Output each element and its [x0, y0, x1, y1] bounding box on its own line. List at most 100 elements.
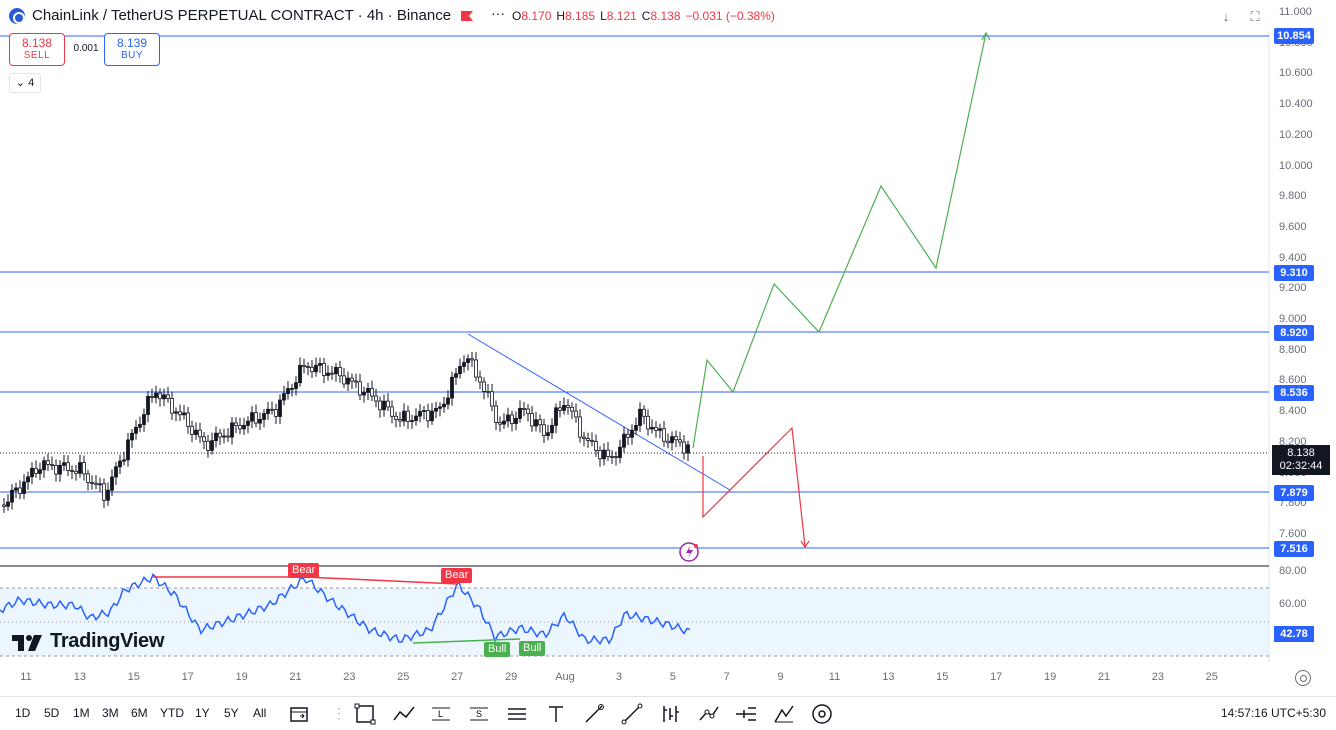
target-tool-icon[interactable]	[810, 702, 834, 726]
candle-body	[366, 387, 370, 393]
fullscreen-icon[interactable]: ⛶	[1244, 6, 1266, 28]
candle-body	[266, 408, 270, 414]
time-tick: 27	[451, 671, 464, 683]
candle-body	[98, 483, 102, 486]
candle-body	[314, 364, 318, 373]
symbol-title[interactable]: ChainLink / TetherUS PERPETUAL CONTRACT …	[32, 7, 451, 24]
tradingview-logo-text[interactable]: TradingView	[50, 630, 164, 653]
candle-body	[270, 408, 274, 411]
buy-button[interactable]: 8.139 BUY	[104, 33, 160, 66]
candle-body	[494, 405, 498, 423]
candle-body	[326, 372, 330, 376]
range-button-6m[interactable]: 6M	[131, 706, 148, 720]
ohlc-value: 8.170	[521, 9, 552, 23]
candle-body	[254, 412, 258, 424]
price-tick: 10.400	[1279, 98, 1313, 111]
range-button-ytd[interactable]: YTD	[160, 706, 184, 720]
range-button-1d[interactable]: 1D	[15, 706, 30, 720]
candle-body	[42, 460, 46, 471]
price-tick: 10.600	[1279, 67, 1313, 80]
buy-price: 8.139	[116, 36, 148, 50]
candle-body	[658, 428, 662, 431]
candle-body	[306, 366, 310, 368]
candle-body	[562, 405, 566, 411]
candle-body	[462, 362, 466, 367]
trendline[interactable]	[467, 333, 731, 491]
candle-body	[2, 504, 6, 507]
candle-body	[102, 483, 106, 501]
candle-body	[202, 436, 206, 442]
candle-body	[434, 407, 438, 412]
long-position-tool-icon[interactable]: L	[429, 702, 453, 726]
short-position-tool-icon[interactable]: S	[467, 702, 491, 726]
candle-body	[630, 429, 634, 438]
parallel-channel-icon[interactable]	[505, 702, 529, 726]
bar-countdown: 02:32:44	[1279, 460, 1323, 472]
range-button-1m[interactable]: 1M	[73, 706, 90, 720]
time-tick: 13	[73, 671, 87, 683]
polyline-tool-icon[interactable]	[392, 702, 416, 726]
range-button-5d[interactable]: 5D	[44, 706, 59, 720]
bullish-projection-path[interactable]	[692, 32, 987, 449]
indicators-collapse-button[interactable]: ⌄ 4	[9, 73, 41, 93]
time-tick: 13	[882, 671, 895, 683]
level-label: 9.310	[1274, 265, 1314, 281]
settings-gear-icon[interactable]	[1295, 670, 1311, 686]
candle-body	[346, 377, 350, 385]
text-tool-icon[interactable]	[544, 702, 568, 726]
candle-body	[650, 426, 654, 430]
rsi-value-label: 42.78	[1274, 626, 1314, 642]
fib-tool-icon[interactable]	[734, 702, 758, 726]
candle-body	[50, 464, 54, 466]
candle-body	[6, 501, 10, 507]
bearish-projection-path[interactable]	[702, 426, 806, 547]
candle-body	[390, 406, 394, 417]
time-tick: 3	[615, 671, 622, 683]
candle-body	[410, 420, 414, 422]
candle-body	[674, 436, 678, 441]
range-button-1y[interactable]: 1Y	[195, 706, 210, 720]
brush-tool-icon[interactable]	[582, 702, 606, 726]
candle-body	[198, 429, 202, 438]
range-button-3m[interactable]: 3M	[102, 706, 119, 720]
measure-tool-icon[interactable]	[697, 702, 721, 726]
candle-body	[54, 465, 58, 475]
pattern-tool-icon[interactable]	[772, 702, 796, 726]
bottom-toolbar: 1D 5D 1M 3M 6M YTD 1Y 5Y All ⋮ L S 14:57:16 UTC+…	[0, 696, 1336, 730]
candle-body	[538, 419, 542, 426]
sell-button[interactable]: 8.138 SELL	[9, 33, 65, 66]
candle-body	[222, 435, 226, 438]
candle-body	[26, 476, 30, 483]
flag-icon[interactable]	[460, 10, 474, 22]
bars-pattern-icon[interactable]	[658, 702, 682, 726]
trendline-tool-icon[interactable]	[620, 702, 644, 726]
spread-value: 0.001	[73, 43, 99, 54]
candle-body	[302, 364, 306, 367]
candle-body	[214, 432, 218, 442]
time-tick: 17	[181, 671, 194, 683]
range-button-all[interactable]: All	[253, 706, 266, 720]
bear-divergence-2	[304, 576, 459, 585]
candle-body	[250, 412, 254, 422]
candle-body	[338, 367, 342, 377]
ohlc-key: L	[600, 9, 607, 23]
candle-body	[210, 440, 214, 451]
range-button-5y[interactable]: 5Y	[224, 706, 239, 720]
more-options-button[interactable]: ···	[487, 4, 509, 26]
tradingview-logo-icon[interactable]	[12, 635, 44, 651]
time-tick: 21	[1097, 671, 1111, 683]
date-range-icon[interactable]	[288, 703, 312, 725]
collapse-arrow-icon[interactable]: ↓	[1215, 6, 1237, 28]
price-tick: 7.600	[1279, 527, 1307, 540]
clock-timezone[interactable]: 14:57:16 UTC+5:30	[1221, 706, 1326, 720]
toolbar-drag-handle-icon[interactable]: ⋮	[332, 705, 346, 722]
candle-body	[506, 414, 510, 422]
price-chart[interactable]	[0, 0, 1336, 730]
candle-body	[558, 407, 562, 411]
candle-body	[574, 410, 578, 418]
candle-body	[518, 408, 522, 419]
candle-body	[234, 422, 238, 426]
rectangle-tool-icon[interactable]	[353, 702, 377, 726]
ohlc-value: 8.185	[565, 9, 596, 23]
candle-body	[354, 380, 358, 383]
